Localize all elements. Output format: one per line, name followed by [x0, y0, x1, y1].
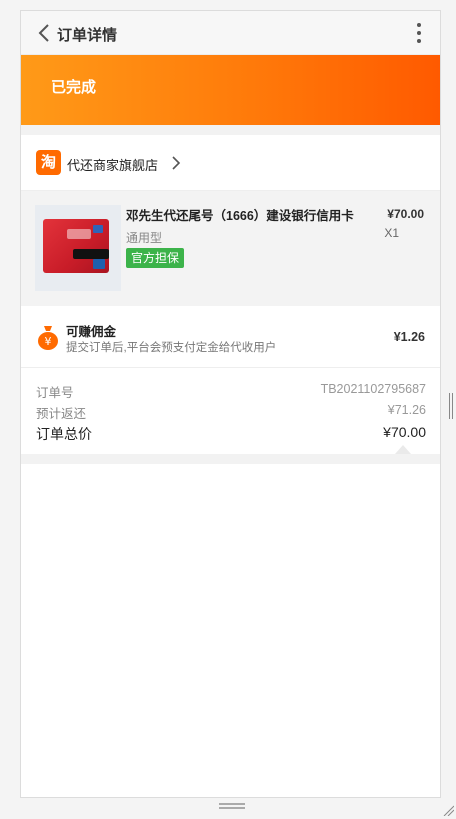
commission-description: 提交订单后,平台会预支付定金给代收用户 [66, 342, 277, 354]
rebate-label: 预计返还 [36, 407, 87, 421]
top-bar: 订单详情 [21, 11, 440, 55]
money-bag-icon: ¥ [38, 326, 58, 350]
order-number-row: 订单号 TB2021102795687 [36, 382, 426, 402]
resize-corner-icon[interactable] [442, 804, 454, 816]
order-summary: 订单号 TB2021102795687 预计返还 ¥71.26 订单总价 ¥70… [21, 368, 440, 454]
credit-card-image [43, 219, 109, 273]
svg-text:¥: ¥ [45, 335, 52, 348]
chevron-right-icon[interactable] [171, 155, 181, 171]
app-window: 订单详情 已完成 淘 代还商家旗舰店 邓先生代还尾号（1666）建设银行信用卡 … [20, 10, 441, 798]
product-title: 邓先生代还尾号（1666）建设银行信用卡 [126, 209, 354, 223]
store-name[interactable]: 代还商家旗舰店 [67, 155, 158, 174]
tooltip-pointer [395, 445, 411, 454]
chevron-left-icon[interactable] [35, 22, 55, 44]
total-row: 订单总价 ¥70.00 [36, 424, 426, 444]
total-label: 订单总价 [36, 426, 92, 442]
store-row[interactable]: 淘 代还商家旗舰店 [21, 135, 440, 191]
page-title: 订单详情 [57, 27, 118, 44]
commission-amount: ¥1.26 [393, 330, 425, 344]
more-vertical-icon[interactable] [414, 22, 424, 44]
total-value: ¥70.00 [383, 424, 426, 440]
commission-row: ¥ 可赚佣金 提交订单后,平台会预支付定金给代收用户 ¥1.26 [21, 306, 440, 368]
order-number-label: 订单号 [36, 386, 74, 400]
rebate-value: ¥71.26 [387, 403, 426, 417]
product-thumbnail [35, 205, 121, 291]
section-divider-bottom [21, 454, 440, 464]
product-quantity: X1 [384, 226, 399, 240]
order-number-value: TB2021102795687 [320, 382, 426, 396]
order-status-banner: 已完成 [21, 55, 440, 125]
section-divider [21, 125, 440, 135]
bottom-drag-handle[interactable] [219, 803, 245, 811]
rebate-row: 预计返还 ¥71.26 [36, 403, 426, 423]
order-status: 已完成 [51, 79, 97, 96]
side-drag-handle[interactable] [449, 393, 453, 419]
product-item[interactable]: 邓先生代还尾号（1666）建设银行信用卡 通用型 官方担保 ¥70.00 X1 [21, 191, 440, 306]
product-price: ¥70.00 [387, 207, 424, 221]
taobao-logo-icon: 淘 [36, 150, 61, 175]
guarantee-badge: 官方担保 [126, 248, 185, 268]
commission-title: 可赚佣金 [66, 325, 117, 339]
product-spec: 通用型 [126, 231, 163, 245]
